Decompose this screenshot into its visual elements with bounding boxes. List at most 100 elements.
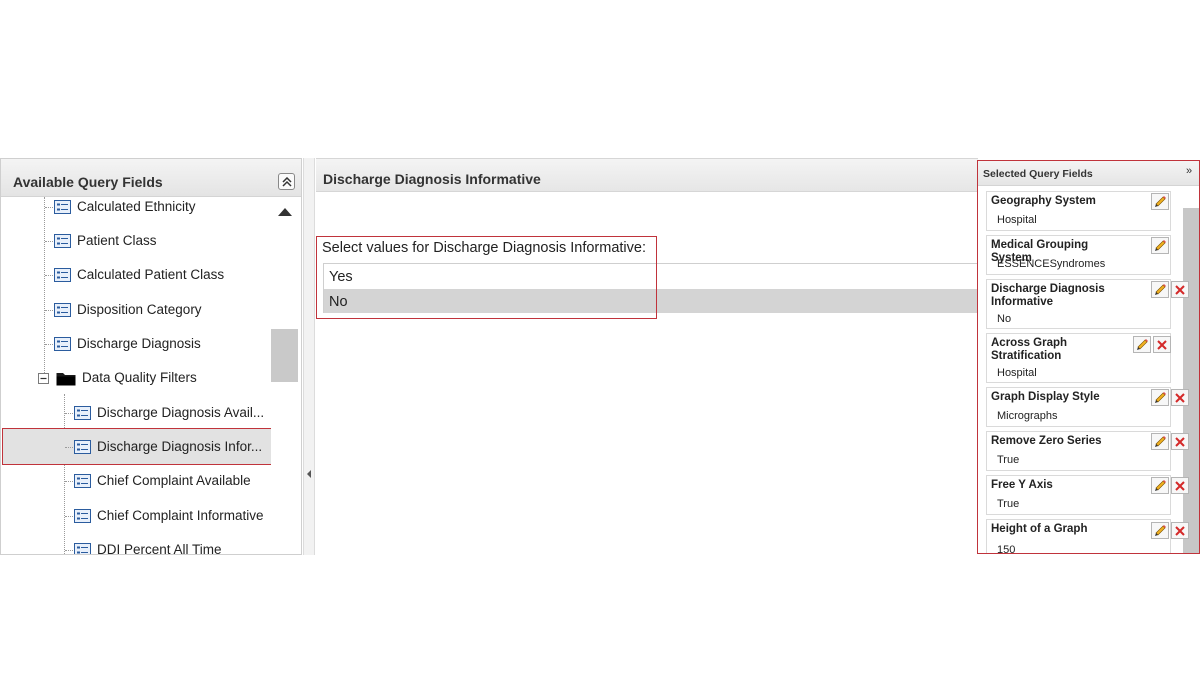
edit-field-button[interactable] [1151,281,1169,298]
value-option-label: Yes [329,269,353,285]
selected-field-value: True [997,454,1020,466]
tree-item-calculated-ethnicity[interactable]: Calculated Ethnicity [1,195,269,221]
tree-item-label: Chief Complaint Available [97,473,251,488]
tree-folder-data-quality-filters[interactable]: Data Quality Filters [1,366,269,392]
field-icon [54,234,71,248]
selected-query-fields-panel: Selected Query Fields » Geography System… [977,160,1200,554]
selected-field-name: Height of a Graph [991,523,1088,535]
selected-field-name: Geography System [991,195,1096,207]
tree-connector [45,310,53,311]
expand-panel-icon[interactable]: » [1186,165,1199,178]
value-option-no[interactable]: No [324,289,977,313]
tree-connector [65,516,73,517]
edit-field-button[interactable] [1151,477,1169,494]
close-icon [1175,437,1185,447]
remove-field-button[interactable] [1171,522,1189,539]
panel-header: Available Query Fields [1,159,301,197]
tree-item-patient-class[interactable]: Patient Class [1,229,269,255]
tree-item-discharge-diagnosis[interactable]: Discharge Diagnosis [1,332,269,358]
tree-item-discharge-diagnosis-informative[interactable]: Discharge Diagnosis Infor... [1,435,269,461]
pencil-icon [1137,339,1148,350]
pencil-icon [1155,196,1166,207]
tree-connector [65,481,73,482]
tree-connector [45,207,53,208]
selected-field-name: Across Graph Stratification [991,337,1068,362]
tree-item-calculated-patient-class[interactable]: Calculated Patient Class [1,263,269,289]
collapse-panel-button[interactable] [278,173,295,190]
selected-field-card: Geography System Hospital [986,191,1171,231]
pencil-icon [1155,392,1166,403]
collapse-minus-icon[interactable] [38,373,49,384]
tree-item-label: Chief Complaint Informative [97,508,264,523]
edit-field-button[interactable] [1151,193,1169,210]
pencil-icon [1155,240,1166,251]
panel-header: Discharge Diagnosis Informative [316,158,978,192]
edit-field-button[interactable] [1151,522,1169,539]
close-icon [1175,481,1185,491]
selected-field-card: Height of a Graph 150 [986,519,1171,554]
field-icon [74,509,91,523]
tree-connector [65,447,73,448]
remove-field-button[interactable] [1171,433,1189,450]
selected-field-name: Graph Display Style [991,391,1100,403]
tree-connector [65,550,73,551]
field-icon [54,200,71,214]
pencil-icon [1155,480,1166,491]
tree-item-label: Patient Class [77,233,157,248]
scroll-up-arrow-icon[interactable] [278,208,292,216]
edit-field-button[interactable] [1151,237,1169,254]
selected-field-card: Discharge Diagnosis Informative No [986,279,1171,329]
remove-field-button[interactable] [1171,389,1189,406]
edit-field-button[interactable] [1151,389,1169,406]
field-value-panel: Discharge Diagnosis Informative Select v… [316,158,978,555]
collapse-left-arrow-icon[interactable] [307,470,311,478]
value-option-yes[interactable]: Yes [324,264,977,288]
tree-item-discharge-diagnosis-available[interactable]: Discharge Diagnosis Avail... [1,401,269,427]
selected-field-name: Remove Zero Series [991,435,1102,447]
remove-field-button[interactable] [1153,336,1171,353]
selected-field-value: ESSENCESyndromes [997,258,1106,270]
selected-field-card: Medical Grouping System ESSENCESyndromes [986,235,1171,275]
panel-title: Discharge Diagnosis Informative [323,171,541,187]
selected-field-name: Discharge Diagnosis Informative [991,283,1105,308]
tree-item-ddi-percent-all-time[interactable]: DDI Percent All Time [1,538,269,554]
selected-field-name: Free Y Axis [991,479,1053,491]
field-icon [74,543,91,554]
field-icon [54,303,71,317]
vertical-scrollbar[interactable] [1183,208,1199,553]
tree-connector [45,241,53,242]
edit-field-button[interactable] [1133,336,1151,353]
tree-item-label: Disposition Category [77,302,202,317]
panel-title: Available Query Fields [13,174,163,190]
folder-icon [56,373,76,386]
panel-splitter[interactable] [303,158,315,555]
field-icon [74,406,91,420]
tree-item-disposition-category[interactable]: Disposition Category [1,298,269,324]
selected-field-card: Free Y Axis True [986,475,1171,515]
selected-field-value: No [997,313,1012,325]
field-icon [54,268,71,282]
tree-folder-label: Data Quality Filters [82,370,197,385]
pencil-icon [1155,284,1166,295]
vertical-scrollbar[interactable] [271,199,299,554]
tree-item-label: Discharge Diagnosis Infor... [97,439,263,454]
scrollbar-thumb[interactable] [271,329,298,382]
close-icon [1175,393,1185,403]
close-icon [1175,526,1185,536]
field-icon [74,474,91,488]
remove-field-button[interactable] [1171,281,1189,298]
tree-connector [45,344,53,345]
selected-field-value: 150 [997,544,1016,554]
close-icon [1175,285,1185,295]
tree-item-chief-complaint-available[interactable]: Chief Complaint Available [1,469,269,495]
selected-field-value: Micrographs [997,410,1058,422]
panel-title: Selected Query Fields [983,168,1093,180]
remove-field-button[interactable] [1171,477,1189,494]
value-option-label: No [329,294,348,310]
field-icon [74,440,91,454]
tree-item-chief-complaint-informative[interactable]: Chief Complaint Informative [1,504,269,530]
values-listbox[interactable]: Yes No [323,263,978,313]
select-values-prompt: Select values for Discharge Diagnosis In… [322,240,646,256]
tree-connector [65,413,73,414]
edit-field-button[interactable] [1151,433,1169,450]
